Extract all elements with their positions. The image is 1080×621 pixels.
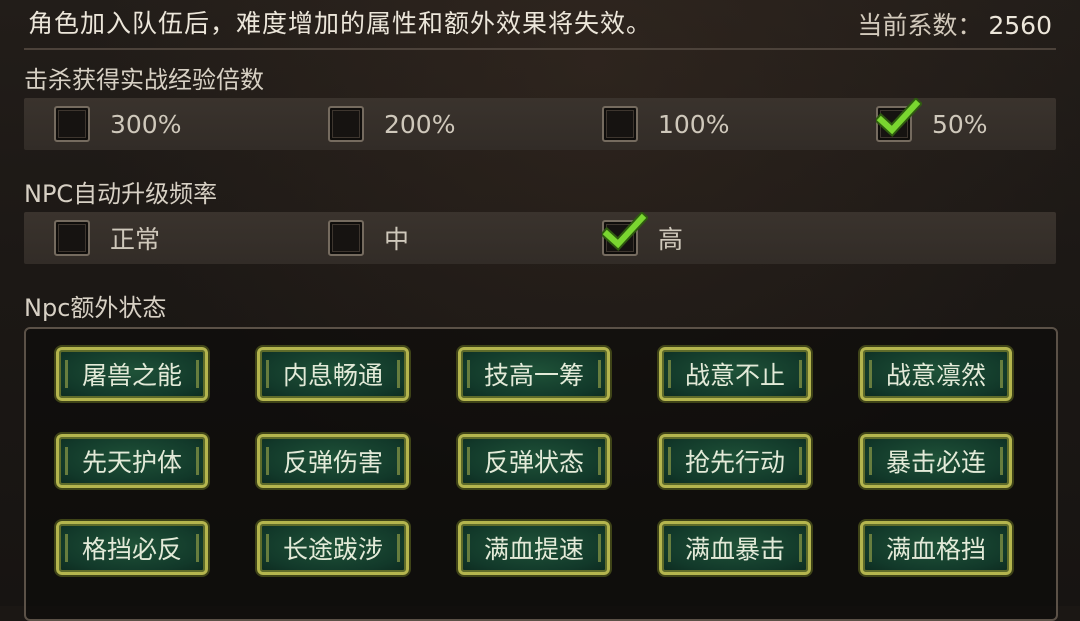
coefficient-value: 2560	[988, 11, 1052, 40]
npc-extra-status-title: Npc额外状态	[24, 294, 167, 322]
npc-level-frequency-title: NPC自动升级频率	[24, 180, 218, 208]
status-button[interactable]: 格挡必反	[56, 521, 208, 575]
checkbox[interactable]	[54, 106, 90, 142]
checkbox[interactable]	[328, 220, 364, 256]
checkmark-icon	[602, 212, 648, 252]
exp-option-200[interactable]: 200%	[328, 98, 455, 150]
status-button[interactable]: 满血提速	[458, 521, 610, 575]
exp-option-100[interactable]: 100%	[602, 98, 729, 150]
status-button[interactable]: 满血格挡	[860, 521, 1012, 575]
notice-text: 角色加入队伍后，难度增加的属性和额外效果将失效。	[28, 9, 653, 38]
status-button[interactable]: 暴击必连	[860, 434, 1012, 488]
checkbox[interactable]	[328, 106, 364, 142]
checkbox[interactable]	[602, 106, 638, 142]
exp-option-300[interactable]: 300%	[54, 98, 181, 150]
checkmark-icon	[876, 98, 922, 138]
status-button[interactable]: 抢先行动	[659, 434, 811, 488]
exp-option-50[interactable]: 50%	[876, 98, 988, 150]
option-label: 中	[384, 225, 410, 254]
status-button[interactable]: 战意凛然	[860, 347, 1012, 401]
coefficient-display: 当前系数： 2560	[857, 6, 1052, 42]
checkbox-checked[interactable]	[602, 212, 648, 256]
npc-level-option-normal[interactable]: 正常	[54, 212, 160, 264]
option-label: 50%	[932, 109, 988, 139]
npc-level-option-high[interactable]: 高	[602, 212, 683, 264]
checkbox-checked[interactable]	[876, 98, 922, 142]
npc-extra-status-panel: 屠兽之能 内息畅通 技高一筹 战意不止 战意凛然 先天护体 反弹伤害 反弹状态 …	[24, 327, 1058, 621]
divider	[24, 48, 1056, 50]
option-label: 正常	[110, 225, 161, 254]
option-label: 100%	[658, 109, 730, 139]
npc-level-option-medium[interactable]: 中	[328, 212, 409, 264]
exp-multiplier-options: 300% 200% 100% 50%	[24, 98, 1056, 150]
option-label: 200%	[384, 109, 456, 139]
top-bar: 角色加入队伍后，难度增加的属性和额外效果将失效。 当前系数： 2560	[0, 0, 1080, 48]
status-button[interactable]: 屠兽之能	[56, 347, 208, 401]
status-button[interactable]: 先天护体	[56, 434, 208, 488]
coefficient-label: 当前系数：	[857, 11, 983, 40]
status-button[interactable]: 战意不止	[659, 347, 811, 401]
status-button[interactable]: 技高一筹	[458, 347, 610, 401]
exp-multiplier-title: 击杀获得实战经验倍数	[24, 66, 264, 94]
option-label: 高	[658, 225, 684, 254]
status-button[interactable]: 满血暴击	[659, 521, 811, 575]
status-button[interactable]: 反弹伤害	[257, 434, 409, 488]
option-label: 300%	[110, 109, 182, 139]
checkbox[interactable]	[54, 220, 90, 256]
status-button[interactable]: 内息畅通	[257, 347, 409, 401]
status-button[interactable]: 反弹状态	[458, 434, 610, 488]
status-button[interactable]: 长途跋涉	[257, 521, 409, 575]
status-button-grid: 屠兽之能 内息畅通 技高一筹 战意不止 战意凛然 先天护体 反弹伤害 反弹状态 …	[56, 347, 1016, 607]
npc-level-frequency-options: 正常 中 高	[24, 212, 1056, 264]
